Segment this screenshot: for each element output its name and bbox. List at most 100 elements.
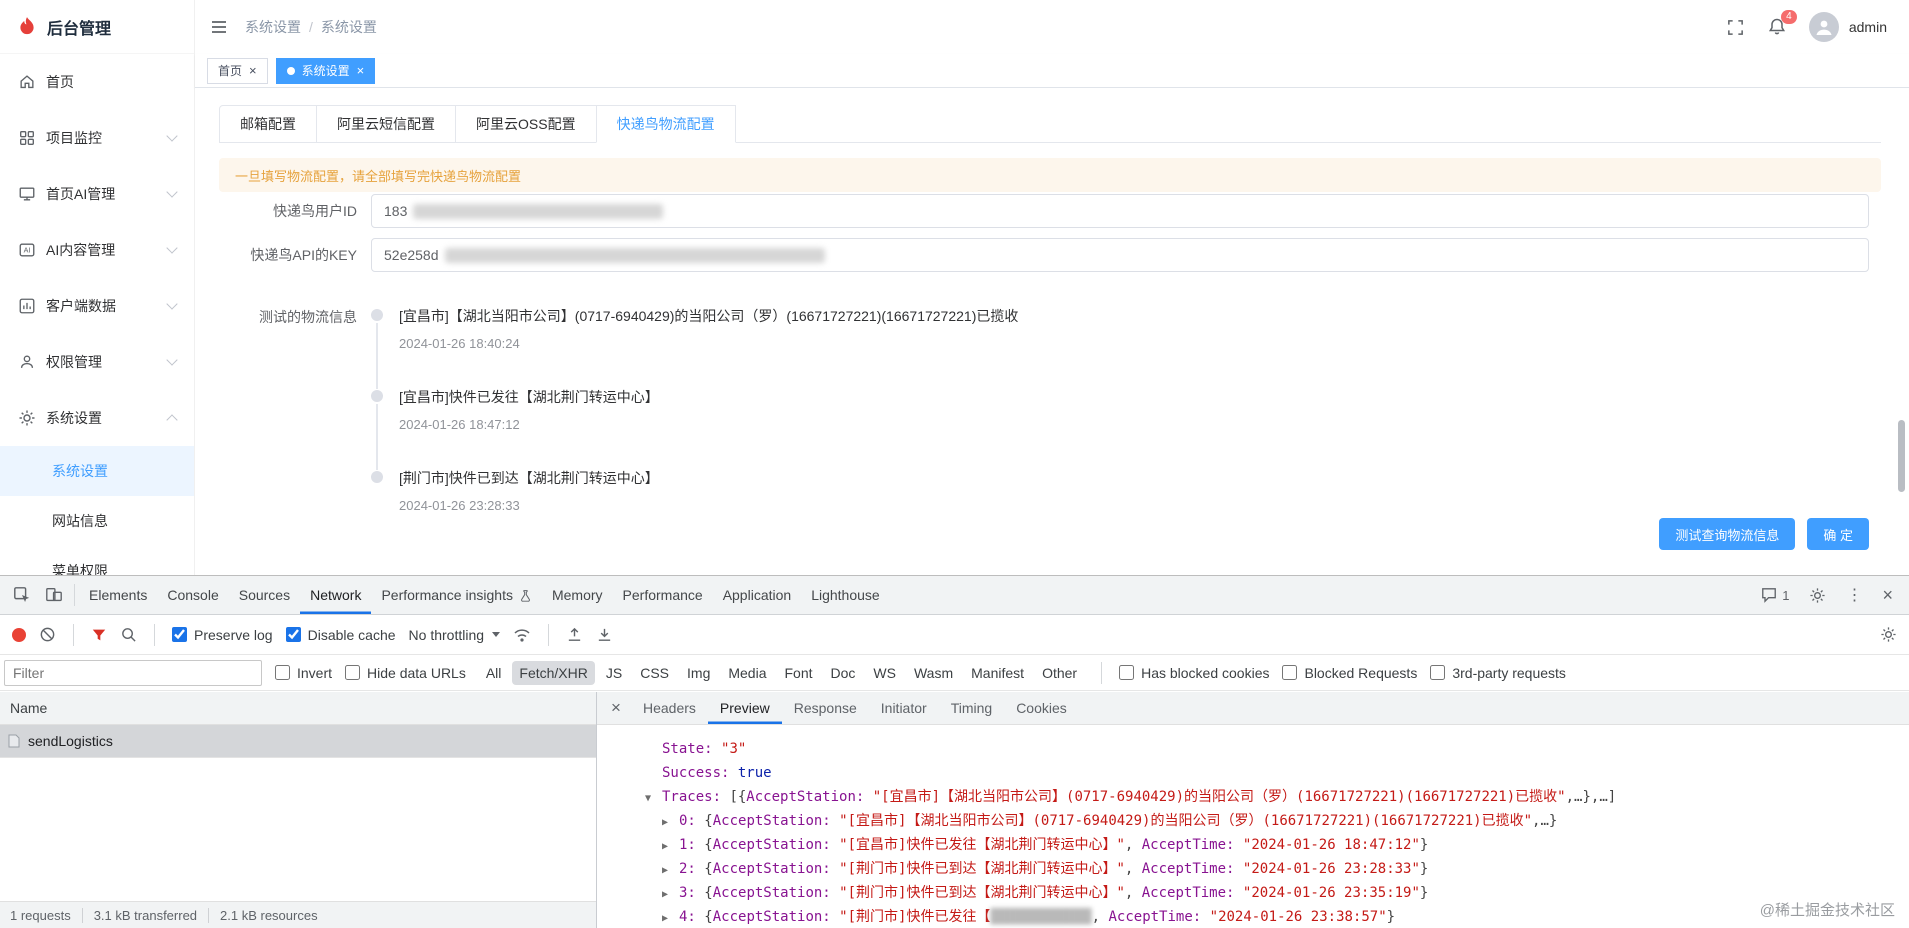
third-party-requests-toggle[interactable]: 3rd-party requests	[1430, 665, 1566, 681]
request-row-sendlogistics[interactable]: sendLogistics	[0, 725, 596, 758]
tab-email-config[interactable]: 邮箱配置	[219, 105, 317, 143]
username[interactable]: admin	[1849, 19, 1887, 35]
throttling-select[interactable]: No throttling	[409, 627, 501, 643]
invert-checkbox[interactable]	[275, 665, 290, 680]
preserve-log-checkbox[interactable]	[172, 627, 187, 642]
preview-line[interactable]: ▶ 4: {AcceptStation: "[荆门市]快件已发往【████████…	[597, 905, 1909, 928]
tab-performance[interactable]: Performance	[613, 576, 713, 614]
has-blocked-cookies-toggle[interactable]: Has blocked cookies	[1119, 665, 1269, 681]
issues-counter[interactable]: 1	[1761, 587, 1789, 603]
close-icon[interactable]: ×	[357, 64, 365, 77]
record-icon[interactable]	[12, 627, 26, 642]
filter-type-other[interactable]: Other	[1035, 661, 1084, 685]
filter-type-js[interactable]: JS	[599, 661, 629, 685]
third-party-requests-checkbox[interactable]	[1430, 665, 1446, 680]
api-key-input[interactable]: 52e258d	[371, 238, 1869, 272]
network-conditions-icon[interactable]	[513, 626, 531, 644]
tab-lighthouse[interactable]: Lighthouse	[801, 576, 890, 614]
sidebar-subitem-system-settings[interactable]: 系统设置	[0, 446, 194, 496]
tag-tab-home[interactable]: 首页 ×	[207, 57, 268, 84]
sidebar-item-permissions[interactable]: 权限管理	[0, 334, 194, 390]
filter-type-media[interactable]: Media	[721, 661, 773, 685]
tab-performance-insights[interactable]: Performance insights	[371, 576, 542, 614]
sidebar-item-client-data[interactable]: 客户端数据	[0, 278, 194, 334]
filter-type-fetch-xhr[interactable]: Fetch/XHR	[512, 660, 595, 685]
expanded-arrow-icon[interactable]: ▼	[645, 787, 662, 811]
filter-type-manifest[interactable]: Manifest	[964, 661, 1031, 685]
filter-input[interactable]	[4, 659, 262, 686]
avatar[interactable]	[1808, 12, 1839, 42]
tab-sources[interactable]: Sources	[229, 576, 300, 614]
filter-funnel-icon[interactable]	[91, 627, 107, 643]
devtools-settings-icon[interactable]	[1809, 587, 1826, 604]
vertical-scrollbar[interactable]	[1898, 420, 1905, 492]
test-logistics-button[interactable]: 测试查询物流信息	[1659, 518, 1796, 550]
filter-type-css[interactable]: CSS	[633, 661, 676, 685]
collapsed-arrow-icon[interactable]: ▶	[662, 883, 679, 907]
clear-icon[interactable]	[39, 626, 56, 643]
preview-line[interactable]: ▶ 1: {AcceptStation: "[宜昌市]快件已发往【湖北荆门转运中心…	[597, 833, 1909, 857]
tab-memory[interactable]: Memory	[542, 576, 613, 614]
sidebar-item-system-settings[interactable]: 系统设置	[0, 390, 194, 446]
filter-type-doc[interactable]: Doc	[824, 661, 863, 685]
filter-type-font[interactable]: Font	[778, 661, 820, 685]
tab-network[interactable]: Network	[300, 576, 371, 614]
preserve-log-toggle[interactable]: Preserve log	[172, 627, 273, 643]
export-har-icon[interactable]	[596, 626, 613, 643]
has-blocked-cookies-checkbox[interactable]	[1119, 665, 1135, 680]
inspect-element-icon[interactable]	[6, 576, 38, 614]
detail-tab-initiator[interactable]: Initiator	[869, 692, 939, 724]
tab-kdniao-logistics-config[interactable]: 快递鸟物流配置	[595, 105, 736, 143]
more-options-icon[interactable]: ⋮	[1846, 585, 1862, 605]
filter-type-ws[interactable]: WS	[866, 661, 903, 685]
network-settings-gear-icon[interactable]	[1880, 626, 1897, 643]
sidebar-item-home-ai[interactable]: 首页AI管理	[0, 166, 194, 222]
breadcrumb-item[interactable]: 系统设置	[245, 17, 301, 37]
confirm-button[interactable]: 确 定	[1807, 518, 1869, 550]
preview-line[interactable]: ▶ 0: {AcceptStation: "[宜昌市]【湖北当阳市公司】(0717…	[597, 809, 1909, 833]
sidebar-item-ai-content[interactable]: AI AI内容管理	[0, 222, 194, 278]
detail-tab-timing[interactable]: Timing	[939, 692, 1005, 724]
tag-tab-system-settings[interactable]: 系统设置 ×	[275, 57, 376, 84]
user-id-input[interactable]: 183	[371, 194, 1869, 228]
import-har-icon[interactable]	[566, 626, 583, 643]
sidebar-item-home[interactable]: 首页	[0, 54, 194, 110]
preview-line[interactable]: ▶ 2: {AcceptStation: "[荆门市]快件已到达【湖北荆门转运中心…	[597, 857, 1909, 881]
notification-bell-icon[interactable]: 4	[1767, 10, 1797, 37]
collapsed-arrow-icon[interactable]: ▶	[662, 835, 679, 859]
filter-type-all[interactable]: All	[479, 661, 509, 685]
collapsed-arrow-icon[interactable]: ▶	[662, 859, 679, 883]
blocked-requests-toggle[interactable]: Blocked Requests	[1282, 665, 1417, 681]
fullscreen-icon[interactable]	[1726, 18, 1745, 37]
detail-tab-response[interactable]: Response	[782, 692, 869, 724]
close-icon[interactable]: ×	[249, 64, 257, 77]
hide-data-urls-toggle[interactable]: Hide data URLs	[345, 665, 466, 681]
collapsed-arrow-icon[interactable]: ▶	[662, 907, 679, 928]
tab-console[interactable]: Console	[157, 576, 228, 614]
close-detail-icon[interactable]: ×	[601, 698, 631, 718]
tab-aliyun-oss-config[interactable]: 阿里云OSS配置	[455, 105, 597, 143]
sidebar-item-project-monitor[interactable]: 项目监控	[0, 110, 194, 166]
device-toolbar-icon[interactable]	[38, 576, 70, 614]
collapse-sidebar-icon[interactable]	[209, 17, 229, 37]
tab-aliyun-sms-config[interactable]: 阿里云短信配置	[316, 105, 456, 143]
preview-line[interactable]: ▶ 3: {AcceptStation: "[荆门市]快件已到达【湖北荆门转运中心…	[597, 881, 1909, 905]
preview-line[interactable]: ▼ Traces: [{AcceptStation: "[宜昌市]【湖北当阳市公司…	[597, 785, 1909, 809]
sidebar-subitem-site-info[interactable]: 网站信息	[0, 496, 194, 546]
sidebar-subitem-menu-permission[interactable]: 菜单权限	[0, 546, 194, 575]
disable-cache-checkbox[interactable]	[285, 627, 301, 642]
filter-type-img[interactable]: Img	[680, 661, 717, 685]
search-icon[interactable]	[120, 626, 137, 643]
detail-tab-cookies[interactable]: Cookies	[1004, 692, 1079, 724]
collapsed-arrow-icon[interactable]: ▶	[662, 811, 679, 835]
filter-type-wasm[interactable]: Wasm	[907, 661, 960, 685]
hide-data-urls-checkbox[interactable]	[345, 665, 361, 680]
blocked-requests-checkbox[interactable]	[1282, 665, 1298, 680]
detail-tab-preview[interactable]: Preview	[708, 692, 782, 724]
close-devtools-icon[interactable]: ×	[1882, 585, 1893, 606]
tab-elements[interactable]: Elements	[79, 576, 157, 614]
invert-toggle[interactable]: Invert	[275, 665, 332, 681]
detail-tab-headers[interactable]: Headers	[631, 692, 708, 724]
disable-cache-toggle[interactable]: Disable cache	[285, 627, 396, 643]
request-list-header[interactable]: Name	[0, 692, 596, 725]
